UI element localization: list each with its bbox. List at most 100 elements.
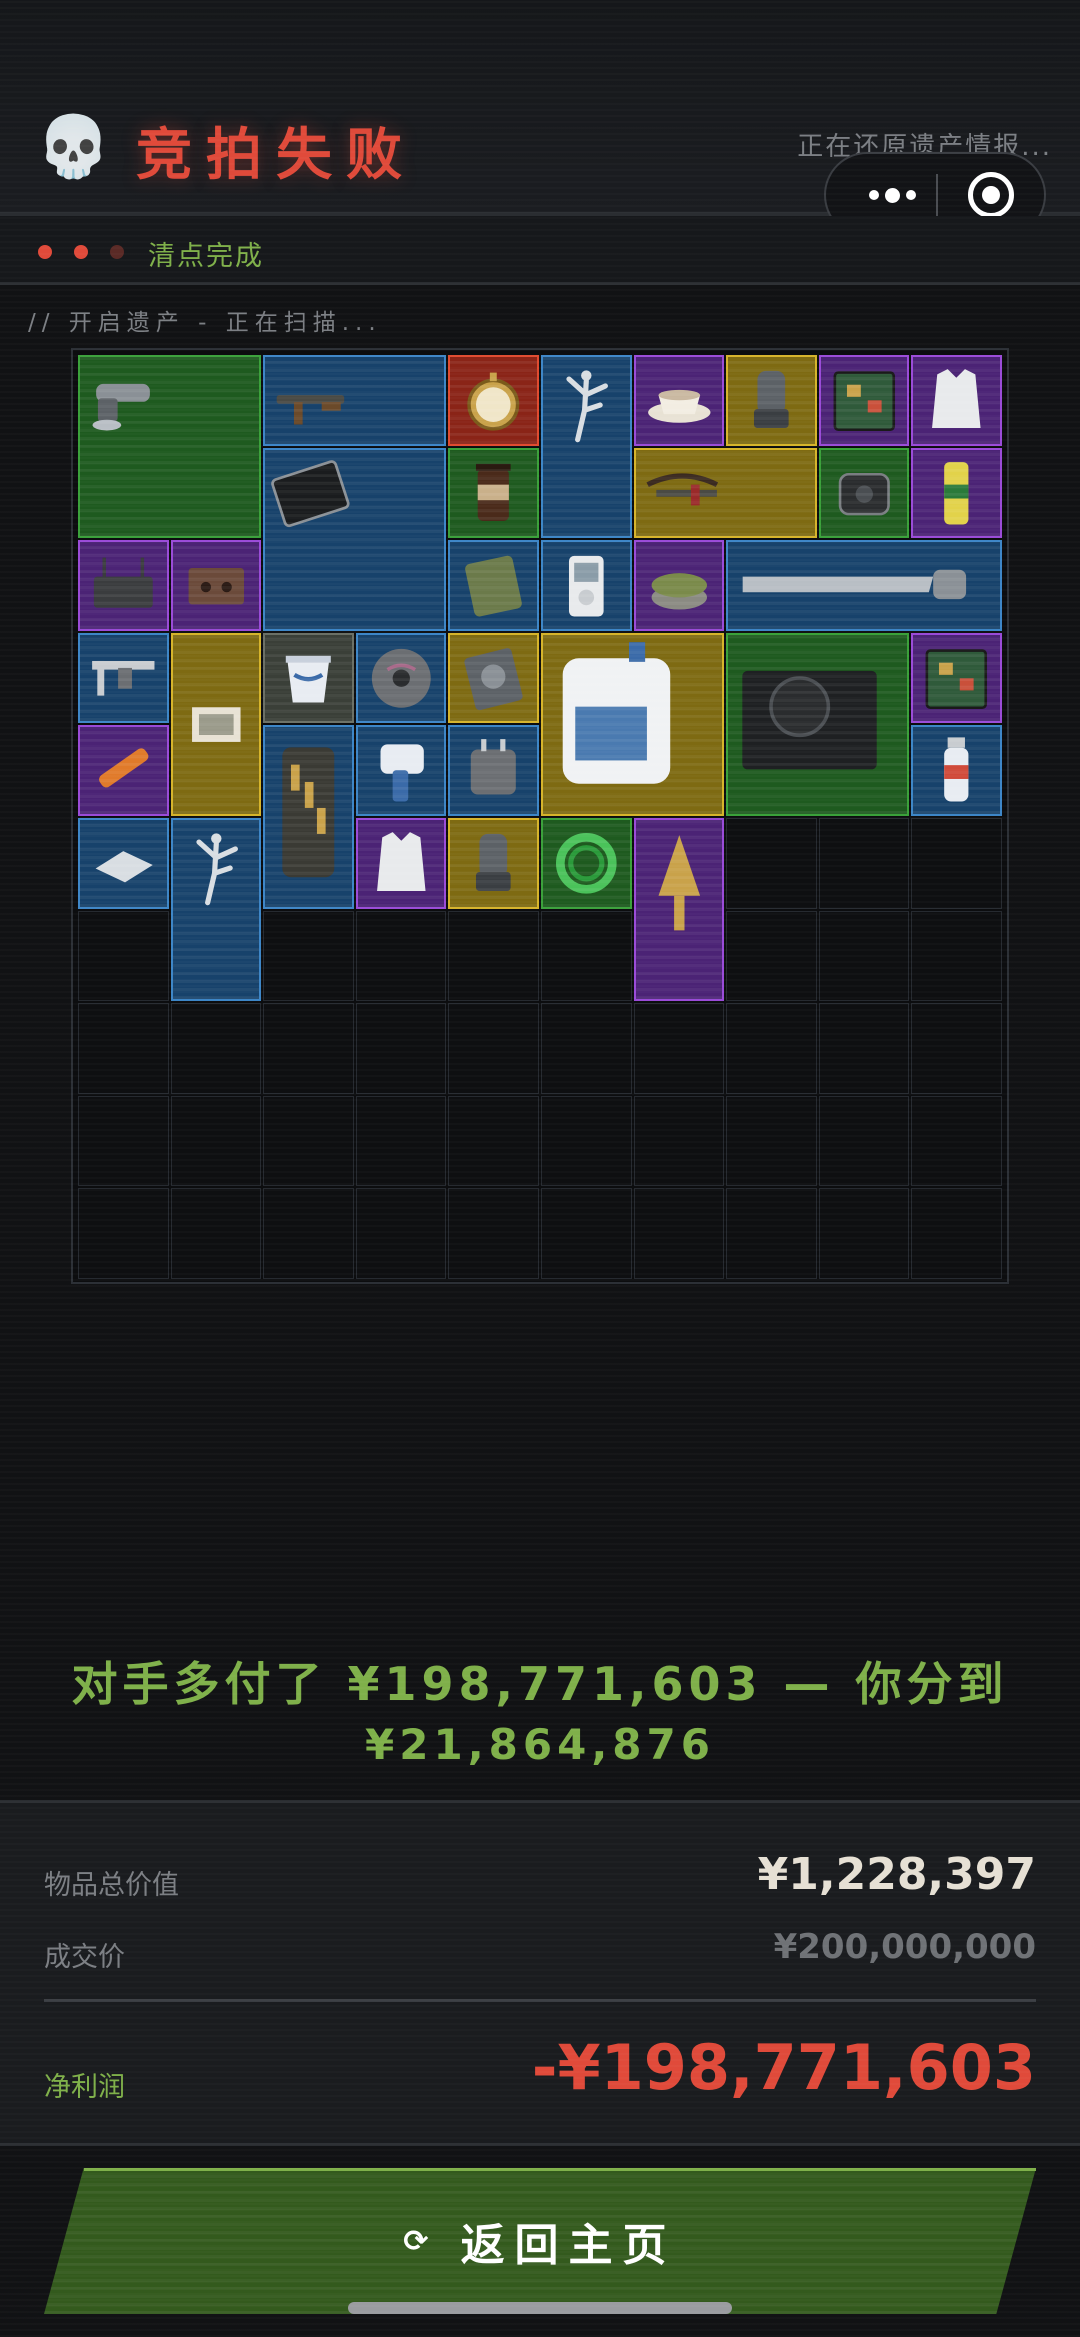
inventory-item-canned-food[interactable] <box>633 540 725 631</box>
inventory-item-teacup[interactable] <box>633 355 725 446</box>
home-indicator <box>348 2302 732 2314</box>
ballerina-statue-icon <box>195 833 238 906</box>
empty-inventory-cell <box>726 818 817 909</box>
inventory-item-bullet-jar[interactable] <box>263 725 354 909</box>
empty-inventory-cell <box>78 910 169 1002</box>
empty-inventory-cell <box>355 1095 447 1187</box>
inventory-item-power-supply[interactable] <box>726 632 910 816</box>
inventory-item-ballerina-statue[interactable] <box>541 355 632 539</box>
inventory-item-crossbow[interactable] <box>633 447 817 539</box>
inventory-item-angle-grinder[interactable] <box>78 355 262 539</box>
return-home-button[interactable]: ⟳ 返回主页 <box>44 2168 1036 2314</box>
inventory-item-tablet[interactable] <box>263 447 447 631</box>
crossbow-icon <box>646 473 718 506</box>
page-title: 竞拍失败 <box>136 123 416 188</box>
inventory-item-flare-tube[interactable] <box>78 725 169 816</box>
empty-inventory-cell <box>170 1095 262 1187</box>
hard-drive-icon <box>464 647 523 710</box>
empty-inventory-cell <box>726 1003 817 1094</box>
ballerina-statue-icon <box>566 370 608 443</box>
power-supply-icon <box>742 670 877 770</box>
empty-inventory-cell <box>263 1095 354 1187</box>
inventory-item-coffee-jar[interactable] <box>448 447 539 539</box>
cassette-tape-icon <box>188 568 244 605</box>
empty-inventory-cell <box>263 1188 354 1279</box>
inventory-item-pocket-watch[interactable] <box>448 355 539 446</box>
metal-plate-icon <box>95 851 153 883</box>
empty-inventory-cell <box>448 1003 539 1094</box>
cd-disc-icon <box>371 648 431 708</box>
body-armor-vest-icon <box>932 369 981 429</box>
inventory-item-router[interactable] <box>78 540 169 631</box>
inventory-item-hand-saw[interactable] <box>726 540 1002 631</box>
fuel-jug-icon <box>562 641 671 784</box>
inventory-item-mp3-player[interactable] <box>541 540 632 631</box>
inventory-item-travel-adapter[interactable] <box>448 725 539 816</box>
inventory-item-circuit-board[interactable] <box>911 632 1002 724</box>
inventory-item-hard-drive[interactable] <box>448 632 539 724</box>
green-cable-coil-icon <box>555 832 617 894</box>
inventory-item-green-cable-coil[interactable] <box>541 818 632 909</box>
bullet-jar-icon <box>282 747 335 878</box>
golden-pyramid-artifact-icon <box>658 835 700 931</box>
inventory-item-gas-mask-filter[interactable] <box>726 355 817 446</box>
inventory-item-ration-pack[interactable] <box>448 540 539 631</box>
inventory-item-body-armor-vest[interactable] <box>911 355 1002 446</box>
empty-inventory-cell <box>633 1095 725 1187</box>
inventory-item-golden-pyramid-artifact[interactable] <box>633 818 725 1002</box>
empty-inventory-cell <box>726 1188 817 1279</box>
result-message-line1: 对手多付了 ¥198,771,603 — 你分到 <box>71 1657 1009 1711</box>
inventory-item-yogurt-cup[interactable] <box>263 632 354 724</box>
empty-inventory-cell <box>818 818 910 909</box>
inventory-item-caliper[interactable] <box>78 632 169 724</box>
hand-saw-icon <box>742 569 967 600</box>
inventory-item-fuel-jug[interactable] <box>541 632 725 816</box>
inventory-item-circuit-board[interactable] <box>818 355 910 446</box>
inventory-item-assault-rifle[interactable] <box>263 355 447 446</box>
inventory-item-wireless-charger[interactable] <box>818 447 910 539</box>
net-profit-value: -¥198,771,603 <box>531 2031 1036 2104</box>
inventory-item-cd-disc[interactable] <box>355 632 447 724</box>
status-dot <box>38 245 52 259</box>
empty-inventory-cell <box>78 1003 169 1094</box>
close-miniprogram-icon[interactable] <box>968 172 1014 218</box>
circuit-board-icon <box>833 371 895 432</box>
more-options-icon[interactable] <box>854 174 930 216</box>
inventory-item-water-bottle[interactable] <box>911 725 1002 816</box>
net-profit-label: 净利润 <box>44 2072 125 2103</box>
deal-price: ¥200,000,000 <box>773 1927 1036 1967</box>
empty-inventory-cell <box>818 910 910 1002</box>
empty-inventory-cell <box>911 1095 1002 1187</box>
inventory-item-ballerina-statue[interactable] <box>170 818 262 1002</box>
circuit-board-icon <box>925 649 988 709</box>
skull-icon: 💀 <box>36 112 111 182</box>
status-row: 清点完成 <box>0 216 1080 285</box>
canned-food-icon <box>651 573 707 610</box>
gas-mask-filter-icon <box>754 370 789 429</box>
inventory-item-document-photo[interactable] <box>170 632 262 816</box>
yogurt-cup-icon <box>285 655 331 703</box>
empty-inventory-cell <box>541 1095 632 1187</box>
empty-inventory-cell <box>541 910 632 1002</box>
mp3-player-icon <box>568 556 604 617</box>
inventory-item-cassette-tape[interactable] <box>170 540 262 631</box>
inventory-item-metal-plate[interactable] <box>78 818 169 909</box>
inventory-item-gas-mask-filter[interactable] <box>448 818 539 909</box>
stats-divider <box>44 1999 1036 2002</box>
deal-price-label: 成交价 <box>44 1942 125 1973</box>
empty-inventory-cell <box>633 1003 725 1094</box>
ration-pack-icon <box>465 555 523 617</box>
total-value-label: 物品总价值 <box>44 1870 179 1901</box>
result-message-line2: ¥21,864,876 <box>365 1720 715 1769</box>
empty-inventory-cell <box>263 910 354 1002</box>
water-bottle-icon <box>944 737 969 802</box>
inventory-item-energy-drink-can[interactable] <box>911 447 1002 539</box>
travel-adapter-icon <box>471 739 517 795</box>
inventory-item-body-armor-vest[interactable] <box>355 818 447 909</box>
inventory-item-thermometer-gun[interactable] <box>355 725 447 816</box>
return-home-label: 返回主页 <box>460 2220 677 2271</box>
router-icon <box>93 557 153 608</box>
button-content: ⟳ 返回主页 <box>44 2168 1036 2314</box>
pocket-watch-icon <box>467 372 520 431</box>
empty-inventory-cell <box>170 1188 262 1279</box>
